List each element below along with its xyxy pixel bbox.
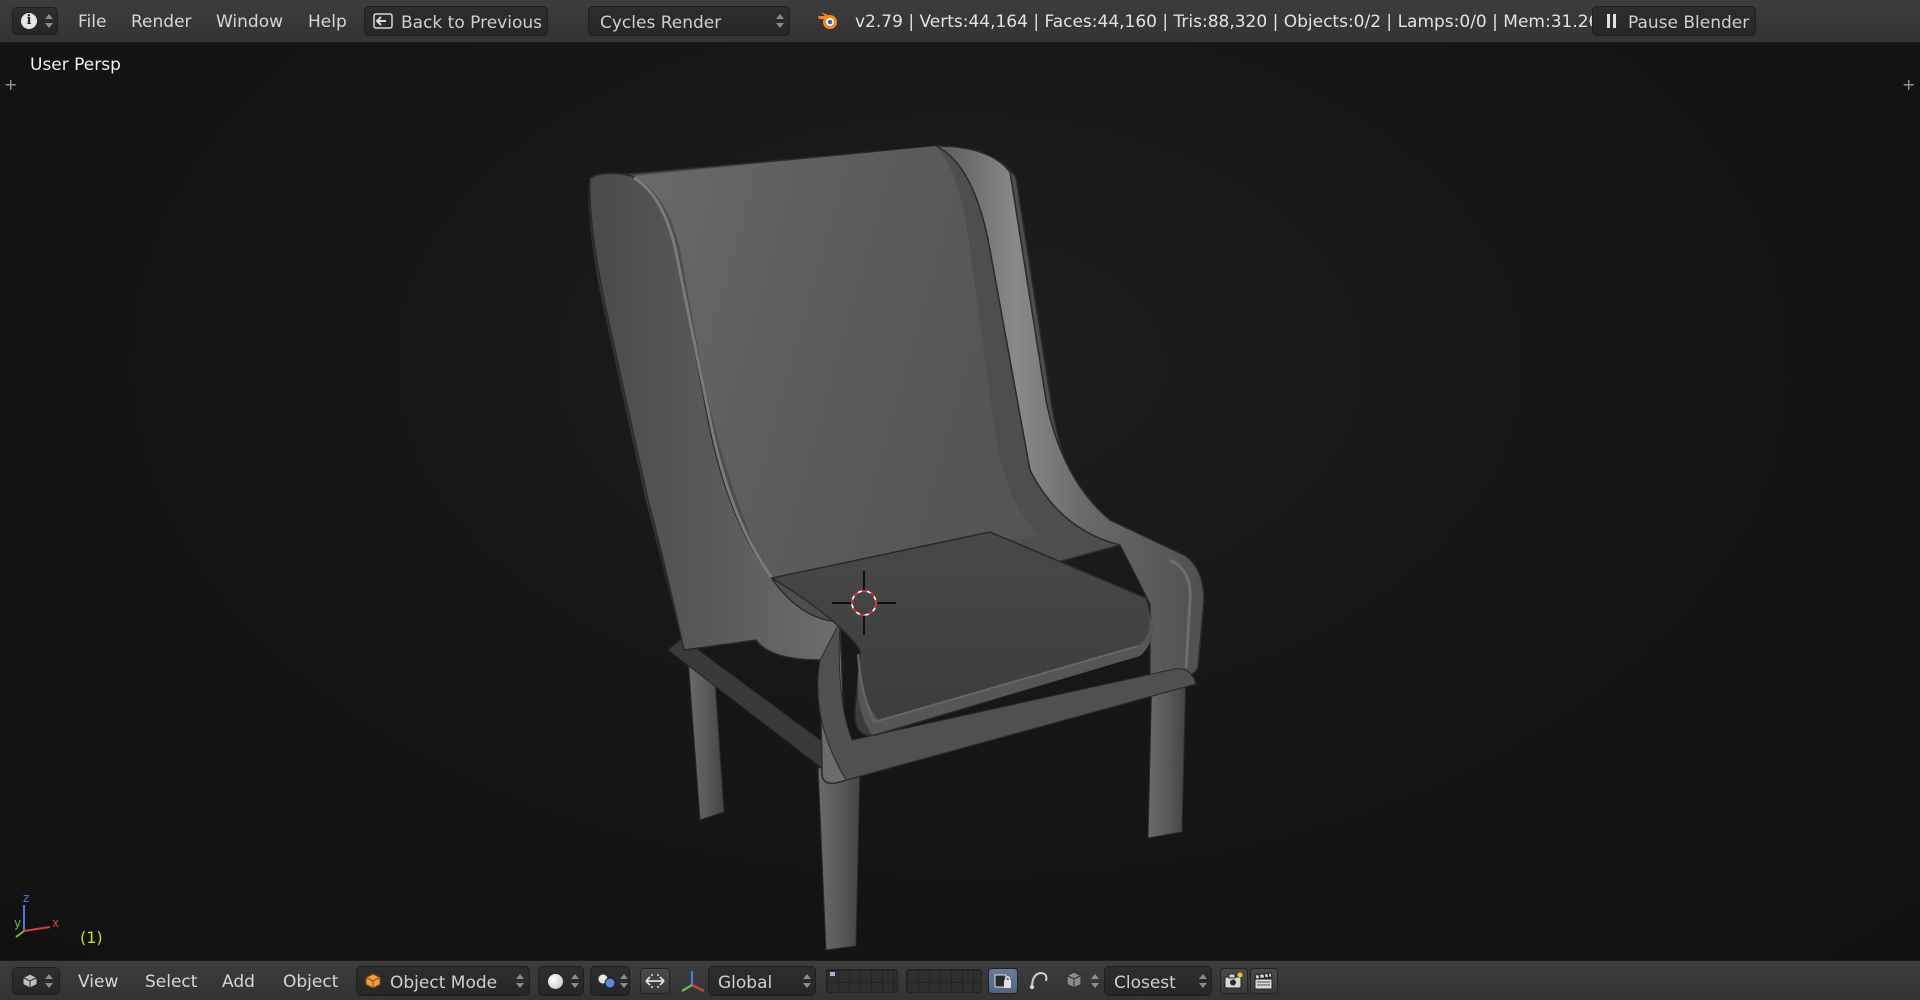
pause-blender-label: Pause Blender: [1628, 13, 1750, 33]
scene-layers-group-1[interactable]: [826, 969, 898, 993]
info-icon: i: [21, 13, 37, 29]
3d-viewport[interactable]: + + User Persp z x y (1): [0, 43, 1920, 959]
dropdown-arrows-icon: [571, 972, 579, 990]
menu-help[interactable]: Help: [308, 12, 347, 32]
top-header: i File Render Window Help Back to Previo…: [0, 0, 1920, 43]
solid-shading-icon: [548, 974, 563, 989]
back-arrow-icon: [373, 13, 393, 29]
snap-element-select[interactable]: [1062, 968, 1102, 994]
3d-view-header: View Select Add Object Object Mode Globa: [0, 960, 1920, 1000]
menu-add[interactable]: Add: [222, 972, 255, 992]
dropdown-arrows-icon: [516, 972, 524, 990]
blender-logo-icon: [818, 12, 837, 29]
manipulator-toggle[interactable]: [640, 968, 670, 994]
chair-model[interactable]: [0, 43, 1920, 959]
axis-gizmo-icon: z x y: [14, 893, 59, 938]
scene-layers-group-2[interactable]: [906, 969, 982, 993]
axis-manipulator-icon[interactable]: [680, 969, 706, 993]
viewport-shading-select[interactable]: [538, 966, 584, 996]
clapperboard-icon: [1254, 972, 1273, 990]
dropdown-arrows-icon: [45, 972, 53, 990]
menu-file[interactable]: File: [78, 12, 106, 32]
opengl-render-image-button[interactable]: [1220, 968, 1248, 994]
editor-type-selector[interactable]: i: [12, 7, 58, 35]
layer-lock-icon: [994, 974, 1011, 988]
lock-camera-to-scene-toggle[interactable]: [988, 968, 1018, 994]
transform-manipulator-icon: [645, 974, 665, 988]
menu-render[interactable]: Render: [131, 12, 192, 32]
menu-object[interactable]: Object: [283, 972, 338, 992]
interaction-mode-value: Object Mode: [390, 973, 498, 993]
dropdown-arrows-icon: [45, 12, 53, 30]
pause-icon: [1607, 14, 1610, 28]
editor-type-selector-3d[interactable]: [12, 967, 60, 995]
active-layer-dot: [830, 972, 835, 976]
frame-indicator: (1): [80, 928, 103, 947]
scene-stats: v2.79 | Verts:44,164 | Faces:44,160 | Tr…: [855, 12, 1615, 32]
dropdown-arrows-icon: [1091, 972, 1099, 990]
menu-window[interactable]: Window: [216, 12, 283, 32]
dropdown-arrows-icon: [620, 972, 628, 990]
snap-target-value: Closest: [1114, 973, 1176, 993]
transform-orientation-value: Global: [718, 973, 773, 993]
transform-orientation-select[interactable]: Global: [708, 966, 816, 996]
render-engine-value: Cycles Render: [600, 13, 722, 33]
dropdown-arrows-icon: [1199, 972, 1207, 990]
back-to-previous-label: Back to Previous: [401, 13, 542, 33]
pause-blender-button[interactable]: Pause Blender: [1592, 6, 1756, 36]
pivot-icon: [597, 973, 616, 989]
object-mode-icon: [365, 973, 381, 989]
cube-icon: [22, 973, 38, 989]
menu-view[interactable]: View: [78, 972, 118, 992]
dropdown-arrows-icon: [803, 972, 811, 990]
menu-select[interactable]: Select: [145, 972, 197, 992]
proportional-editing-icon[interactable]: [1028, 969, 1050, 991]
camera-icon: [1224, 972, 1243, 989]
back-to-previous-button[interactable]: Back to Previous: [364, 6, 548, 36]
pivot-point-select[interactable]: [590, 966, 630, 996]
opengl-render-animation-button[interactable]: [1250, 968, 1278, 994]
render-engine-select[interactable]: Cycles Render: [588, 6, 790, 36]
dropdown-arrows-icon: [776, 12, 784, 30]
snap-target-select[interactable]: Closest: [1104, 966, 1212, 996]
3d-cursor-icon[interactable]: [832, 571, 896, 635]
axis-x-label: x: [52, 916, 59, 930]
snap-increment-icon: [1066, 971, 1082, 989]
axis-y-label: y: [14, 916, 21, 930]
interaction-mode-select[interactable]: Object Mode: [356, 966, 530, 996]
axis-z-label: z: [23, 893, 29, 905]
